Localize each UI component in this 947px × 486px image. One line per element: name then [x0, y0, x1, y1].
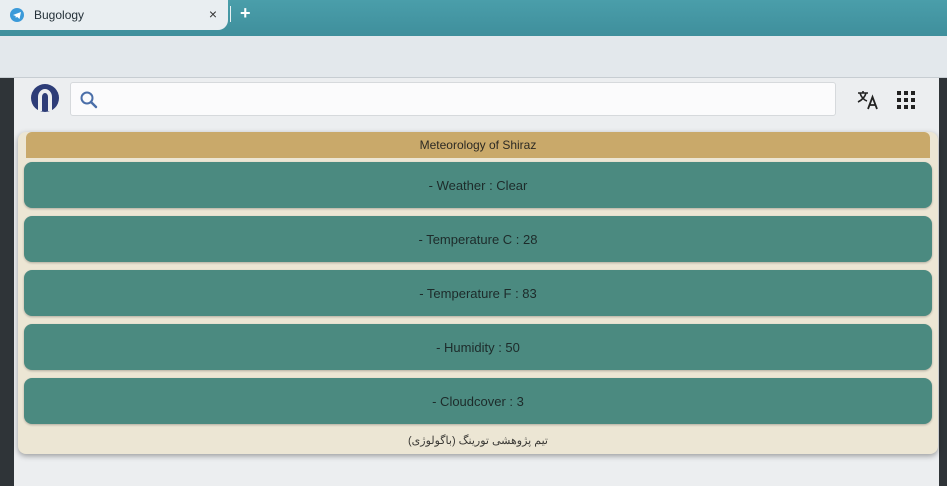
browser-tab[interactable]: Bugology ×	[0, 0, 228, 30]
tab-title: Bugology	[34, 8, 85, 22]
temperature-f-row: - Temperature F : 83	[24, 270, 932, 316]
browser-toolbar	[0, 36, 947, 78]
account-avatar-icon[interactable]	[30, 83, 60, 113]
footer-credit: تیم پژوهشی تورینگ (باگولوژی)	[408, 435, 548, 447]
search-input[interactable]	[107, 87, 827, 111]
telegram-icon	[10, 8, 24, 22]
temperature-c-row: - Temperature C : 28	[24, 216, 932, 262]
browser-tab-strip: Bugology × +	[0, 0, 947, 36]
humidity-row: - Humidity : 50	[24, 324, 932, 370]
new-tab-button[interactable]: +	[240, 3, 251, 24]
top-bar	[14, 78, 939, 120]
card-title: Meteorology of Shiraz	[26, 132, 930, 158]
page-content: Meteorology of Shiraz - Weather : Clear …	[14, 78, 939, 486]
weather-card: Meteorology of Shiraz - Weather : Clear …	[18, 132, 938, 454]
cloudcover-row: - Cloudcover : 3	[24, 378, 932, 424]
apps-grid-icon[interactable]	[896, 90, 916, 110]
translate-icon[interactable]	[856, 88, 880, 112]
search-bar[interactable]	[70, 82, 836, 116]
close-tab-button[interactable]: ×	[206, 6, 220, 22]
search-icon[interactable]	[79, 90, 99, 110]
tab-divider	[230, 6, 231, 22]
weather-row: - Weather : Clear	[24, 162, 932, 208]
